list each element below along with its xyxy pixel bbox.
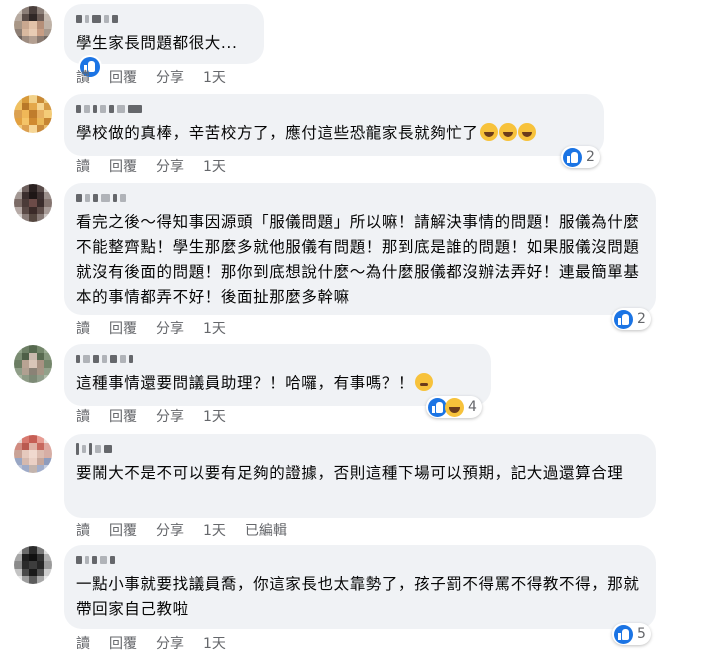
reply-link[interactable]: 回覆 xyxy=(109,520,137,540)
laughing-emoji-icon xyxy=(517,123,536,141)
avatar[interactable] xyxy=(14,345,52,383)
comment-actions: 讀 回覆 分享 1天 已編輯 xyxy=(76,520,306,540)
share-link[interactable]: 分享 xyxy=(156,406,184,426)
timestamp[interactable]: 1天 xyxy=(203,406,226,426)
comment-actions: 讀 回覆 分享 1天 xyxy=(76,406,245,426)
timestamp[interactable]: 1天 xyxy=(203,318,226,338)
grinning-sweat-emoji-icon xyxy=(415,373,434,391)
comment-actions: 讀 回覆 分享 1天 xyxy=(76,318,245,338)
share-link[interactable]: 分享 xyxy=(156,520,184,540)
reaction-summary[interactable]: 2 xyxy=(612,308,651,330)
comment-text: 一點小事就要找議員喬，你這家長也太靠勢了，孩子罰不得罵不得教不得，那就帶回家自己… xyxy=(76,575,640,618)
comment-actions: 讀 回覆 分享 1天 xyxy=(76,156,245,176)
comment-text: 學校做的真棒，辛苦校方了，應付這些恐龍家長就夠忙了 xyxy=(76,121,592,146)
comment-bubble: 看完之後～得知事因源頭「服儀問題」所以嘛！請解決事情的問題！服儀為什麼不能整齊點… xyxy=(64,183,656,315)
timestamp[interactable]: 1天 xyxy=(203,633,226,653)
comment-bubble: 學生家長問題都很大... xyxy=(64,4,264,77)
timestamp[interactable]: 1天 xyxy=(203,520,226,540)
comment-actions: 讀 回覆 分享 1天 xyxy=(76,67,245,87)
avatar[interactable] xyxy=(14,546,52,584)
laughing-emoji-icon xyxy=(479,123,498,141)
reaction-summary[interactable]: 4 xyxy=(426,396,482,418)
commenter-name-redacted[interactable] xyxy=(76,442,644,456)
share-link[interactable]: 分享 xyxy=(156,67,184,87)
reaction-count: 4 xyxy=(468,399,477,415)
comment-bubble: 要鬧大不是不可以要有足夠的證據，否則這種下場可以預期，記大過還算合理 xyxy=(64,434,656,518)
reply-link[interactable]: 回覆 xyxy=(109,406,137,426)
comment-text: 這種事情還要問議員助理？！哈囉，有事嗎？！ xyxy=(76,371,479,396)
commenter-name-redacted[interactable] xyxy=(76,102,592,116)
commenter-name-redacted[interactable] xyxy=(76,352,479,366)
reaction-count: 5 xyxy=(637,626,646,642)
reply-link[interactable]: 回覆 xyxy=(109,318,137,338)
like-reaction-icon xyxy=(563,147,582,167)
read-link[interactable]: 讀 xyxy=(76,67,90,87)
commenter-name-redacted[interactable] xyxy=(76,553,644,567)
share-link[interactable]: 分享 xyxy=(156,633,184,653)
avatar[interactable] xyxy=(14,184,52,222)
reaction-count: 2 xyxy=(586,149,595,165)
reply-link[interactable]: 回覆 xyxy=(109,67,137,87)
comment-bubble: 這種事情還要問議員助理？！哈囉，有事嗎？！ xyxy=(64,344,491,406)
share-link[interactable]: 分享 xyxy=(156,156,184,176)
like-reaction-icon xyxy=(614,624,633,644)
comment-text: 看完之後～得知事因源頭「服儀問題」所以嘛！請解決事情的問題！服儀為什麼不能整齊點… xyxy=(76,213,640,306)
comment-bubble: 學校做的真棒，辛苦校方了，應付這些恐龍家長就夠忙了 xyxy=(64,94,604,156)
share-link[interactable]: 分享 xyxy=(156,318,184,338)
haha-reaction-icon xyxy=(445,397,464,417)
comment-actions: 讀 回覆 分享 1天 xyxy=(76,633,245,653)
avatar[interactable] xyxy=(14,95,52,133)
read-link[interactable]: 讀 xyxy=(76,520,90,540)
reply-link[interactable]: 回覆 xyxy=(109,633,137,653)
avatar[interactable] xyxy=(14,6,52,44)
reaction-count: 2 xyxy=(637,311,646,327)
read-link[interactable]: 讀 xyxy=(76,156,90,176)
read-link[interactable]: 讀 xyxy=(76,406,90,426)
comment-text: 要鬧大不是不可以要有足夠的證據，否則這種下場可以預期，記大過還算合理 xyxy=(76,464,624,482)
commenter-name-redacted[interactable] xyxy=(76,12,252,26)
comment-bubble: 一點小事就要找議員喬，你這家長也太靠勢了，孩子罰不得罵不得教不得，那就帶回家自己… xyxy=(64,545,656,629)
reply-link[interactable]: 回覆 xyxy=(109,156,137,176)
reaction-summary[interactable]: 5 xyxy=(612,623,651,645)
laughing-emoji-icon xyxy=(498,123,517,141)
avatar[interactable] xyxy=(14,435,52,473)
commenter-name-redacted[interactable] xyxy=(76,191,644,205)
edited-label[interactable]: 已編輯 xyxy=(245,520,287,540)
read-link[interactable]: 讀 xyxy=(76,633,90,653)
like-reaction-icon xyxy=(614,309,633,329)
reaction-summary[interactable]: 2 xyxy=(561,146,600,168)
read-link[interactable]: 讀 xyxy=(76,318,90,338)
timestamp[interactable]: 1天 xyxy=(203,67,226,87)
timestamp[interactable]: 1天 xyxy=(203,156,226,176)
